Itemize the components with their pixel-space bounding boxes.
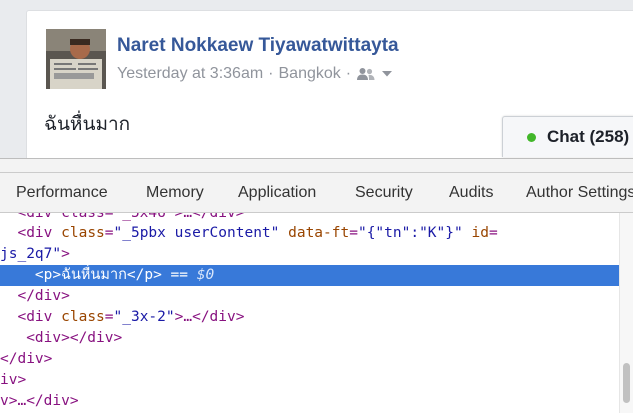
scrollbar-thumb[interactable] [623, 363, 630, 403]
attr-value: js_2q7" [0, 246, 62, 262]
post-author-name[interactable]: Naret Nokkaew Tiyawatwittayta [117, 35, 399, 57]
selection-marker: == [161, 267, 197, 283]
dom-node[interactable]: <div class="_5pbx userContent" data-ft="… [0, 223, 498, 244]
avatar[interactable] [46, 29, 106, 89]
attr-eq: = [104, 225, 114, 241]
tag-close: > [61, 246, 70, 262]
meta-separator: · [268, 65, 274, 82]
tag-close: </p> [126, 267, 162, 283]
tag-open: <div [17, 225, 62, 241]
elements-tree: <div class="_5x46">…</div> <div class="_… [0, 213, 619, 413]
dom-node-selected[interactable]: <p>ฉันหื่นมาก</p> == $0 [0, 265, 619, 286]
tag-close: >…</div> [174, 309, 245, 325]
attr-name: class [61, 309, 105, 325]
devtools-tab-strip: Performance Memory Application Security … [0, 173, 633, 213]
post-timestamp[interactable]: Yesterday at 3:36am [117, 65, 263, 83]
dom-node-continuation[interactable]: js_2q7"> [0, 244, 70, 265]
dom-node[interactable]: iv> [0, 370, 26, 391]
tab-application[interactable]: Application [238, 173, 316, 212]
tag-open: <div [17, 309, 62, 325]
dom-node[interactable]: </div> [0, 286, 70, 307]
chat-label: Chat (258) [547, 127, 630, 146]
tab-performance[interactable]: Performance [16, 173, 108, 212]
facebook-feed: Naret Nokkaew Tiyawatwittayta Yesterday … [0, 0, 633, 172]
devtools-resize-bar[interactable] [0, 158, 633, 173]
tab-audits[interactable]: Audits [449, 173, 493, 212]
dom-node-text: <div class="_5x46">…</div> [0, 213, 245, 221]
dom-node[interactable]: v>…</div> [0, 391, 79, 412]
post-location[interactable]: Bangkok [279, 65, 341, 83]
tab-author-settings[interactable]: Author Settings [526, 173, 633, 212]
dom-node-text: </div> [0, 288, 70, 304]
elements-scrollbar[interactable] [619, 213, 633, 413]
dom-node-text: </div> [0, 351, 53, 367]
meta-separator: · [345, 65, 352, 82]
online-status-icon [527, 132, 536, 142]
attr-value: "_5pbx userContent" [113, 225, 280, 241]
friends-icon[interactable] [356, 67, 376, 81]
devtools-panel: Performance Memory Application Security … [0, 158, 633, 413]
tab-memory[interactable]: Memory [146, 173, 204, 212]
console-reference: $0 [196, 267, 215, 283]
attr-name: id [462, 225, 489, 241]
chat-tab[interactable]: Chat (258) [502, 116, 633, 157]
dom-node[interactable]: <div class="_3x-2">…</div> [0, 307, 244, 328]
dom-node[interactable]: </div> [0, 349, 52, 370]
attr-value: "_3x-2" [113, 309, 175, 325]
attr-value: "{"tn":"K"}" [357, 225, 463, 241]
dom-node[interactable]: <div></div> [0, 328, 122, 349]
attr-name: class [61, 225, 105, 241]
dom-node-text: <div></div> [0, 330, 123, 346]
dom-node-text: iv> [0, 372, 27, 388]
attr-eq: = [104, 309, 114, 325]
tab-security[interactable]: Security [355, 173, 413, 212]
attr-eq: = [349, 225, 358, 241]
dom-node-text: v>…</div> [0, 393, 79, 409]
chevron-down-icon[interactable] [381, 70, 393, 78]
node-text: ฉันหื่นมาก [61, 267, 127, 283]
post-text: ฉันหื่นมาก [44, 114, 131, 135]
attr-eq: = [488, 225, 498, 241]
post-meta: Yesterday at 3:36am · Bangkok · [117, 65, 393, 83]
attr-name: data-ft [279, 225, 350, 241]
tag-open: <p> [34, 267, 62, 283]
